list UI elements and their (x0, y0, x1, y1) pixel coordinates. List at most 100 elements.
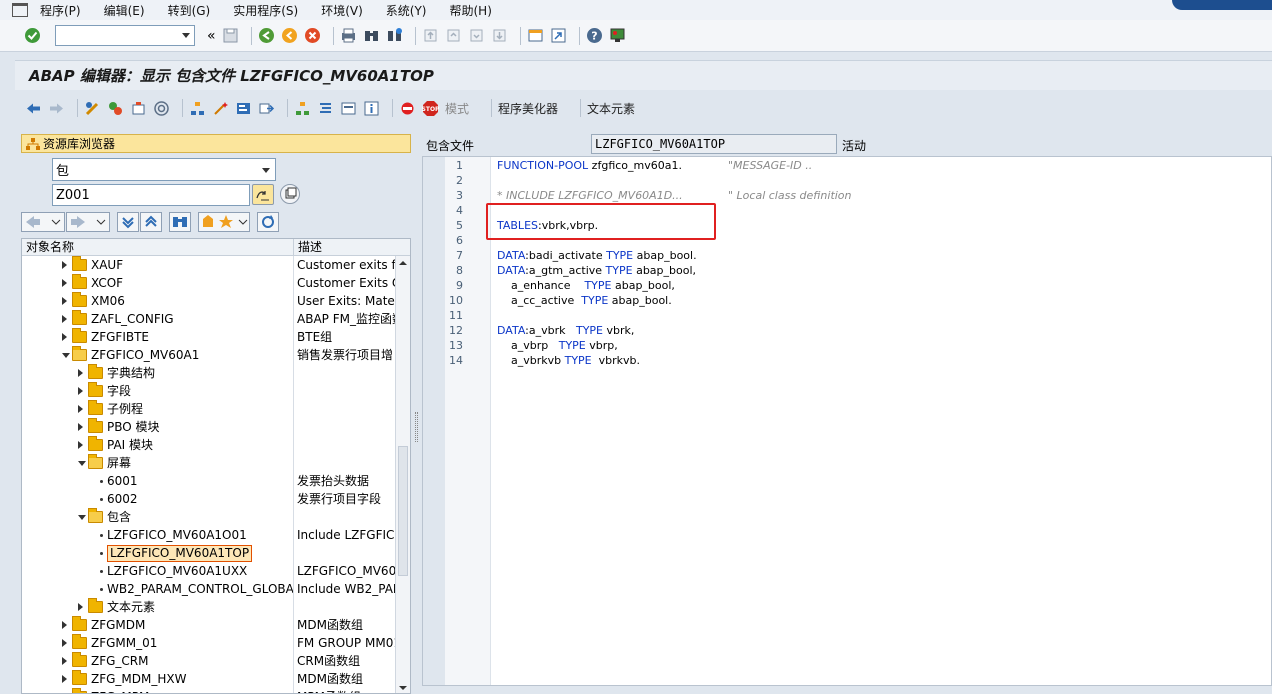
next-object-button[interactable] (66, 212, 110, 232)
breakpoint-icon[interactable] (399, 100, 416, 117)
tree-node-name-cell[interactable]: LZFGFICO_MV60A1O01 (22, 526, 294, 544)
scroll-down-icon[interactable] (396, 683, 410, 693)
collapse-triangle-icon[interactable] (78, 515, 86, 520)
command-field[interactable] (55, 25, 195, 46)
display-button[interactable] (252, 184, 274, 205)
collapse-triangle-icon[interactable] (78, 461, 86, 466)
text-elements-button[interactable]: 文本元素 (587, 100, 635, 117)
expand-triangle-icon[interactable] (78, 369, 83, 377)
code-line[interactable]: 9 a_enhance TYPE abap_bool, (423, 279, 1271, 294)
tree-node-name-cell[interactable]: LZFGFICO_MV60A1TOP (22, 544, 294, 562)
back-icon[interactable] (258, 27, 275, 44)
expand-down-button[interactable] (117, 212, 139, 232)
system-menu-icon[interactable] (12, 3, 28, 17)
find-next-icon[interactable] (386, 27, 403, 44)
tree-row[interactable]: 字段 (22, 382, 410, 400)
tree-node-name-cell[interactable]: 子例程 (22, 400, 294, 418)
tree-node-name-cell[interactable]: ZFGFICO_MV60A1 (22, 346, 294, 364)
tree-node-name-cell[interactable]: ZFGMDM (22, 616, 294, 634)
tree-node-name-cell[interactable]: ZFGMM_01 (22, 634, 294, 652)
code-line[interactable]: 8 DATA:a_gtm_active TYPE abap_bool, (423, 264, 1271, 279)
print-icon[interactable] (340, 27, 357, 44)
menu-help[interactable]: 帮助(H) (450, 2, 492, 19)
tree-scrollbar[interactable] (395, 256, 410, 693)
tree-node-name-cell[interactable]: XAUF (22, 256, 294, 274)
tree-row[interactable]: 字典结构 (22, 364, 410, 382)
expand-triangle-icon[interactable] (78, 423, 83, 431)
previous-object-button[interactable] (21, 212, 65, 232)
tree-row[interactable]: WB2_PARAM_CONTROL_GLOBAL Include WB2_PAR/ (22, 580, 410, 598)
code-line[interactable]: 7 DATA:badi_activate TYPE abap_bool. (423, 249, 1271, 264)
tree-row[interactable]: 屏幕 (22, 454, 410, 472)
object-type-select[interactable]: 包 (52, 158, 276, 181)
tree-node-name-cell[interactable]: 包含 (22, 508, 294, 526)
tree-node-name-cell[interactable]: ZAFL_CONFIG (22, 310, 294, 328)
expand-triangle-icon[interactable] (62, 639, 67, 647)
tree-row[interactable]: ZFGFIBTE BTE组 (22, 328, 410, 346)
last-page-icon[interactable] (491, 27, 508, 44)
code-line[interactable]: 12 DATA:a_vbrk TYPE vbrk, (423, 324, 1271, 339)
code-line[interactable]: 13 a_vbrp TYPE vbrp, (423, 339, 1271, 354)
tree-node-name-cell[interactable]: WB2_PARAM_CONTROL_GLOBAL (22, 580, 294, 598)
tree-row[interactable]: 包含 (22, 508, 410, 526)
expand-triangle-icon[interactable] (62, 675, 67, 683)
tree-node-name-cell[interactable]: ZFGFIBTE (22, 328, 294, 346)
tree-row[interactable]: ZFGFICO_MV60A1 销售发票行项目增 (22, 346, 410, 364)
back-arrow-icon[interactable] (25, 100, 42, 117)
scroll-up-icon[interactable] (396, 258, 410, 268)
tree-row[interactable]: ZAFL_CONFIG ABAP FM_监控函数 (22, 310, 410, 328)
tree-node-name-cell[interactable]: ZFG_MPM (22, 688, 294, 693)
tree-node-name-cell[interactable]: XM06 (22, 292, 294, 310)
navigation-window-icon[interactable] (317, 100, 334, 117)
column-header-description[interactable]: 描述 (294, 239, 322, 255)
object-list-icon[interactable] (294, 100, 311, 117)
transport-icon[interactable] (258, 100, 275, 117)
stop-icon[interactable]: STOP (422, 100, 440, 117)
tree-row[interactable]: ZFGMM_01 FM GROUP MM01 (22, 634, 410, 652)
code-line[interactable]: 14 a_vbrkvb TYPE vbrkvb. (423, 354, 1271, 369)
tree-node-name-cell[interactable]: XCOF (22, 274, 294, 292)
shortcut-icon[interactable] (550, 27, 567, 44)
double-chevron-left-icon[interactable]: « (207, 28, 216, 44)
tree-node-name-cell[interactable]: 字典结构 (22, 364, 294, 382)
tree-row[interactable]: ZFGMDM MDM函数组 (22, 616, 410, 634)
chevron-down-icon[interactable] (262, 168, 270, 173)
where-used-icon[interactable] (153, 100, 170, 117)
tree-node-name-cell[interactable]: 6002 (22, 490, 294, 508)
menu-environment[interactable]: 环境(V) (321, 2, 363, 19)
code-line[interactable]: 11 (423, 309, 1271, 324)
panel-splitter[interactable] (414, 132, 420, 694)
expand-triangle-icon[interactable] (62, 261, 67, 269)
expand-triangle-icon[interactable] (62, 297, 67, 305)
tree-node-name-cell[interactable]: PBO 模块 (22, 418, 294, 436)
find-icon[interactable] (363, 27, 380, 44)
help-icon[interactable]: ? (586, 27, 603, 44)
active-inactive-icon[interactable] (107, 100, 124, 117)
expand-triangle-icon[interactable] (62, 333, 67, 341)
tree-row[interactable]: PAI 模块 (22, 436, 410, 454)
menu-edit[interactable]: 编辑(E) (104, 2, 145, 19)
splitter-grip[interactable] (415, 412, 418, 442)
expand-triangle-icon[interactable] (78, 387, 83, 395)
tree-node-name-cell[interactable]: ZFG_MDM_HXW (22, 670, 294, 688)
tree-row[interactable]: LZFGFICO_MV60A1TOP (22, 544, 410, 562)
tree-row[interactable]: XAUF Customer exits for (22, 256, 410, 274)
next-page-icon[interactable] (468, 27, 485, 44)
magic-wand-icon[interactable] (212, 100, 229, 117)
tree-node-name-cell[interactable]: 文本元素 (22, 598, 294, 616)
forward-arrow-icon[interactable] (48, 100, 65, 117)
code-line[interactable]: 1 FUNCTION-POOL zfgfico_mv60a1. "MESSAGE-I… (423, 159, 1271, 174)
menu-system[interactable]: 系统(Y) (386, 2, 427, 19)
expand-triangle-icon[interactable] (78, 603, 83, 611)
collapse-up-button[interactable] (140, 212, 162, 232)
mode-button[interactable]: 模式 (445, 100, 469, 117)
expand-triangle-icon[interactable] (62, 621, 67, 629)
repository-browser-header[interactable]: 资源库浏览器 (21, 134, 411, 153)
menu-goto[interactable]: 转到(G) (168, 2, 211, 19)
collapse-triangle-icon[interactable] (62, 353, 70, 358)
code-line[interactable]: 3 * INCLUDE LZFGFICO_MV60A1D... " Local cl… (423, 189, 1271, 204)
object-name-input[interactable]: Z001 (52, 184, 250, 206)
expand-triangle-icon[interactable] (78, 405, 83, 413)
tree-node-name-cell[interactable]: LZFGFICO_MV60A1UXX (22, 562, 294, 580)
hierarchy-icon[interactable] (189, 100, 206, 117)
